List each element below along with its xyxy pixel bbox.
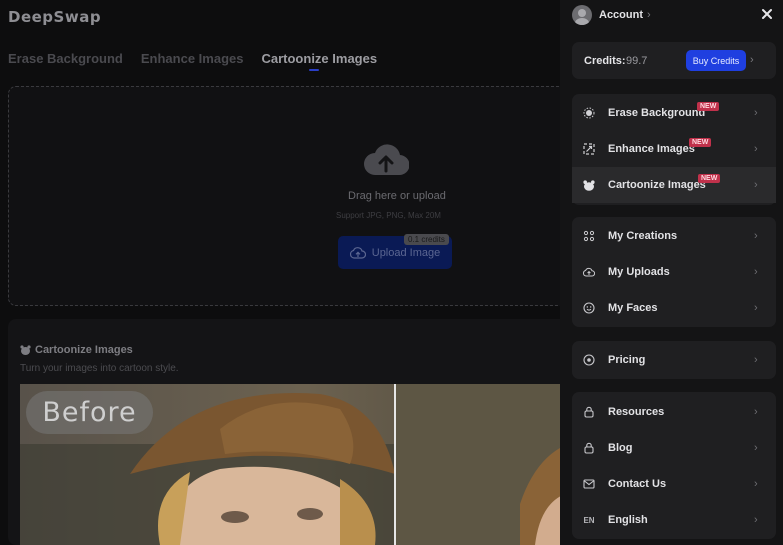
tools-menu-card: Erase Background NEW › Enhance Images NE… bbox=[572, 94, 776, 205]
new-badge: NEW bbox=[698, 174, 721, 183]
menu-item-label: My Creations bbox=[608, 230, 678, 242]
menu-item-label: Pricing bbox=[608, 354, 646, 366]
tab-enhance-images[interactable]: Enhance Images bbox=[141, 51, 244, 66]
section-title-text: Cartoonize Images bbox=[35, 344, 133, 356]
resources-icon bbox=[583, 406, 595, 418]
chevron-right-icon: › bbox=[754, 143, 758, 155]
section-title: Cartoonize Images bbox=[20, 344, 133, 356]
upload-cloud-icon bbox=[349, 246, 366, 259]
menu-item-label: Cartoonize Images bbox=[608, 179, 706, 191]
menu-item-label: Contact Us bbox=[608, 478, 667, 490]
section-subtitle: Turn your images into cartoon style. bbox=[20, 363, 179, 374]
menu-item-label: English bbox=[608, 514, 648, 526]
app-logo[interactable]: DeepSwap bbox=[8, 8, 101, 26]
pricing-icon bbox=[583, 354, 595, 366]
menu-item-label: Blog bbox=[608, 442, 633, 454]
credits-label: Credits: bbox=[584, 55, 626, 67]
credit-cost-badge: 0.1 credits bbox=[404, 234, 449, 245]
grid-dots-icon bbox=[583, 230, 595, 242]
chevron-right-icon: › bbox=[754, 179, 758, 191]
cloud-upload-icon bbox=[583, 266, 595, 278]
menu-item-language[interactable]: EN English › bbox=[572, 502, 776, 538]
chevron-right-icon: › bbox=[754, 302, 758, 314]
language-icon: EN bbox=[583, 515, 595, 525]
menu-item-label: Enhance Images bbox=[608, 143, 695, 155]
account-label: Account bbox=[599, 9, 643, 21]
menu-item-pricing[interactable]: Pricing › bbox=[572, 342, 776, 378]
upload-dropzone[interactable] bbox=[8, 86, 588, 306]
chevron-right-icon: › bbox=[754, 266, 758, 278]
credits-card: Credits: 99.7 Buy Credits › bbox=[572, 42, 776, 79]
new-badge: NEW bbox=[697, 102, 720, 111]
chevron-right-icon: › bbox=[754, 478, 758, 490]
menu-item-label: Erase Background bbox=[608, 107, 706, 119]
menu-item-erase-background[interactable]: Erase Background NEW › bbox=[572, 95, 776, 131]
chevron-right-icon: › bbox=[754, 354, 758, 366]
chevron-right-icon: › bbox=[754, 514, 758, 526]
menu-item-cartoonize-images[interactable]: Cartoonize Images NEW › bbox=[572, 167, 776, 203]
library-menu-card: My Creations › My Uploads › My Faces › bbox=[572, 217, 776, 327]
enhance-icon bbox=[583, 143, 595, 155]
menu-item-my-uploads[interactable]: My Uploads › bbox=[572, 254, 776, 290]
buy-credits-button[interactable]: Buy Credits bbox=[686, 50, 746, 71]
pricing-card: Pricing › bbox=[572, 341, 776, 379]
chevron-right-icon: › bbox=[754, 107, 758, 119]
tab-erase-background[interactable]: Erase Background bbox=[8, 51, 123, 66]
upload-button-label: Upload Image bbox=[371, 246, 441, 259]
credits-value: 99.7 bbox=[626, 55, 648, 67]
menu-item-label: My Faces bbox=[608, 302, 658, 314]
chevron-right-icon: › bbox=[754, 230, 758, 242]
close-icon[interactable] bbox=[760, 7, 774, 21]
new-badge: NEW bbox=[689, 138, 712, 147]
menu-item-enhance-images[interactable]: Enhance Images NEW › bbox=[572, 131, 776, 167]
avatar bbox=[572, 5, 592, 25]
menu-item-contact-us[interactable]: Contact Us › bbox=[572, 466, 776, 502]
chevron-right-icon: › bbox=[647, 9, 651, 21]
blog-icon bbox=[583, 442, 595, 454]
menu-item-label: Resources bbox=[608, 406, 665, 418]
tool-tabs: Erase Background Enhance Images Cartooni… bbox=[8, 51, 377, 71]
support-formats-text: Support JPG, PNG, Max 20M bbox=[336, 211, 441, 220]
menu-item-resources[interactable]: Resources › bbox=[572, 394, 776, 430]
account-link[interactable]: Account › bbox=[572, 5, 651, 25]
menu-item-label: My Uploads bbox=[608, 266, 670, 278]
smile-icon bbox=[583, 302, 595, 314]
menu-item-my-faces[interactable]: My Faces › bbox=[572, 290, 776, 326]
bear-icon bbox=[20, 345, 31, 355]
before-label: Before bbox=[26, 391, 153, 434]
more-menu-card: Resources › Blog › Contact Us › EN Engli… bbox=[572, 392, 776, 539]
drag-upload-text: Drag here or upload bbox=[348, 190, 446, 202]
bear-icon bbox=[583, 179, 595, 191]
tab-cartoonize-images[interactable]: Cartoonize Images bbox=[261, 51, 377, 71]
chevron-right-icon: › bbox=[750, 54, 754, 66]
chevron-right-icon: › bbox=[754, 442, 758, 454]
chevron-right-icon: › bbox=[754, 406, 758, 418]
menu-item-blog[interactable]: Blog › bbox=[572, 430, 776, 466]
erase-icon bbox=[583, 107, 595, 119]
menu-item-my-creations[interactable]: My Creations › bbox=[572, 218, 776, 254]
cloud-upload-icon bbox=[364, 144, 409, 176]
mail-icon bbox=[583, 478, 595, 490]
